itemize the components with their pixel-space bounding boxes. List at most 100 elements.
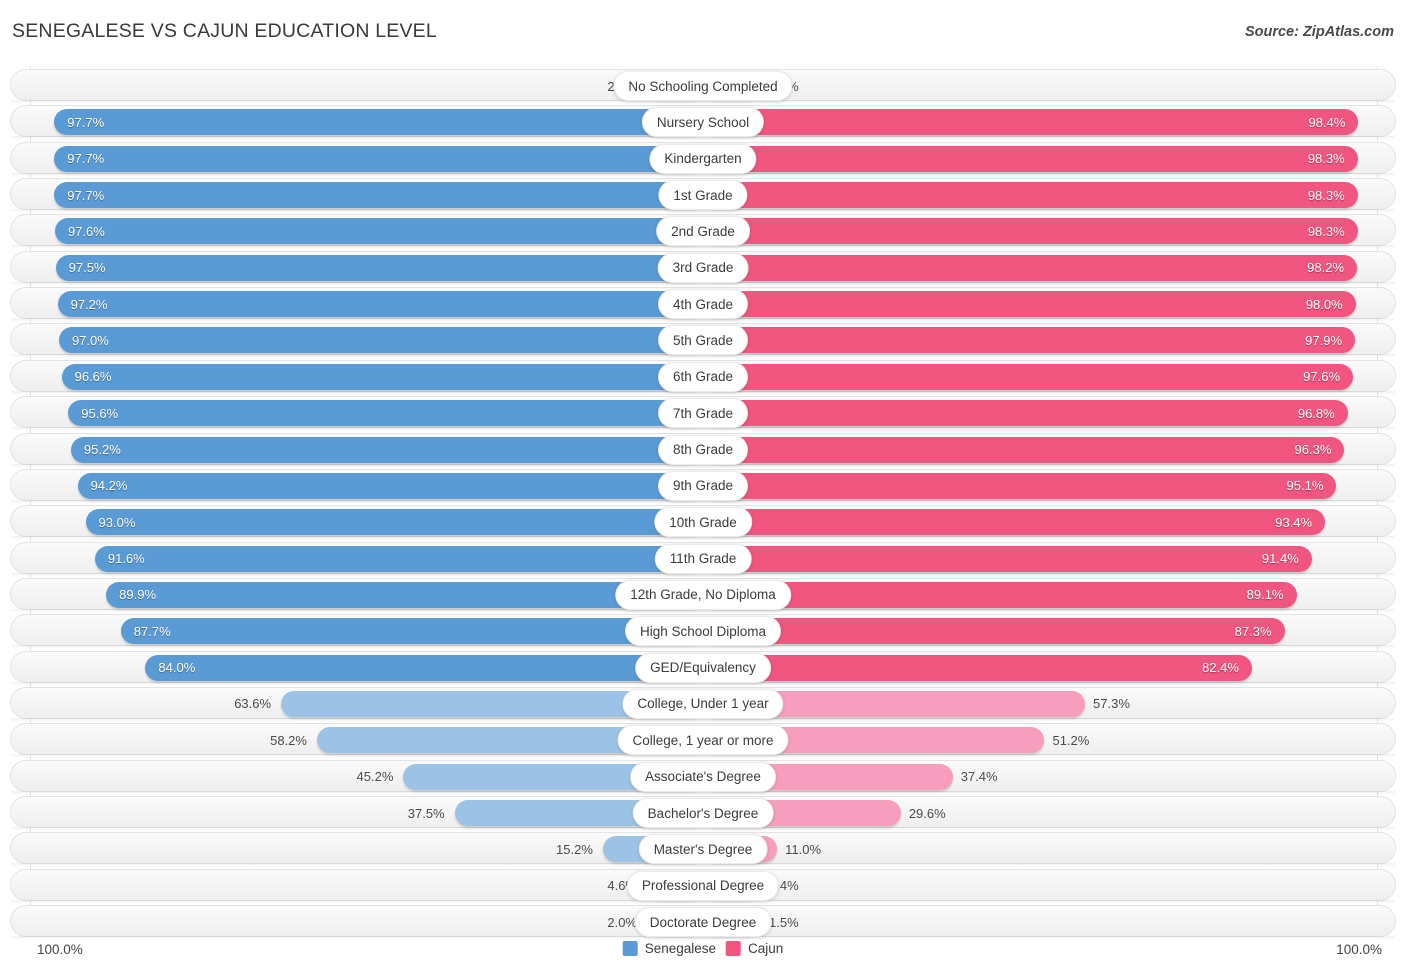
bar-value-senegalese: 84.0%: [158, 660, 196, 676]
category-label: 6th Grade: [657, 361, 749, 392]
bar-value-cajun: 87.3%: [1234, 623, 1272, 639]
bar-value-cajun: 98.3%: [1307, 187, 1345, 203]
bar-value-senegalese: 89.9%: [119, 587, 157, 603]
bar-value-senegalese: 58.2%: [270, 732, 307, 748]
category-label: 11th Grade: [654, 543, 752, 574]
category-label: Master's Degree: [638, 834, 768, 865]
bar-cajun: 89.1%: [704, 581, 1297, 608]
bar-value-cajun: 96.8%: [1297, 405, 1335, 421]
bar-cajun: 96.3%: [704, 436, 1345, 463]
bar-senegalese: 96.6%: [61, 363, 704, 390]
category-label: Doctorate Degree: [634, 907, 772, 938]
bar-senegalese: 97.7%: [54, 145, 704, 172]
bar-senegalese: 97.7%: [54, 109, 704, 136]
legend-swatch-icon: [622, 941, 638, 956]
bar-cajun: 98.3%: [704, 182, 1358, 209]
bar-value-senegalese: 97.5%: [68, 260, 106, 276]
legend-item: Cajun: [726, 941, 783, 956]
bar-value-cajun: 98.3%: [1307, 223, 1345, 239]
bar-value-senegalese: 37.5%: [407, 805, 445, 821]
chart-row: 97.0% 97.9% 5th Grade: [10, 323, 1396, 359]
chart-row: 91.6% 91.4% 11th Grade: [10, 541, 1396, 577]
source-attribution: Source: ZipAtlas.com: [1244, 24, 1394, 40]
chart-row: 97.7% 98.4% Nursery School: [10, 105, 1396, 141]
bar-value-cajun: 93.4%: [1275, 514, 1313, 530]
category-label: Nursery School: [641, 107, 765, 138]
category-label: Kindergarten: [649, 143, 757, 174]
bar-senegalese: 97.2%: [57, 291, 704, 318]
chart-row: 97.7% 98.3% 1st Grade: [10, 178, 1396, 214]
bar-value-cajun: 98.2%: [1307, 260, 1345, 276]
bar-value-senegalese: 91.6%: [107, 551, 145, 567]
chart-row: 87.7% 87.3% High School Diploma: [10, 614, 1396, 650]
bar-value-cajun: 82.4%: [1202, 660, 1239, 676]
category-label: College, 1 year or more: [617, 725, 789, 756]
bar-value-cajun: 95.1%: [1286, 478, 1324, 494]
bar-value-senegalese: 45.2%: [356, 769, 394, 785]
bar-senegalese: 94.2%: [77, 472, 704, 499]
chart-row: 95.6% 96.8% 7th Grade: [10, 396, 1396, 432]
bar-cajun: 93.4%: [704, 509, 1326, 536]
bar-cajun: 96.8%: [704, 400, 1348, 427]
category-label: High School Diploma: [624, 616, 782, 647]
bar-value-senegalese: 87.7%: [133, 623, 171, 639]
bar-value-cajun: 98.3%: [1307, 151, 1345, 167]
bar-value-senegalese: 97.0%: [71, 332, 109, 348]
chart-row: 2.0% 1.5% Doctorate Degree: [10, 905, 1396, 941]
bar-senegalese: 97.0%: [58, 327, 704, 354]
bar-cajun: 91.4%: [704, 545, 1312, 572]
chart-row: 15.2% 11.0% Master's Degree: [10, 832, 1396, 868]
category-label: 1st Grade: [658, 180, 748, 211]
bar-senegalese: 84.0%: [145, 654, 704, 681]
bar-cajun: 98.3%: [704, 145, 1358, 172]
bar-value-cajun: 11.0%: [785, 841, 822, 857]
chart-row: 97.6% 98.3% 2nd Grade: [10, 214, 1396, 250]
bar-value-senegalese: 63.6%: [234, 696, 272, 712]
chart-plot-area: 2.3%1.7%No Schooling Completed 97.7% 98.4%…: [0, 66, 1406, 941]
category-label: College, Under 1 year: [622, 688, 784, 719]
bar-value-cajun: 96.3%: [1294, 442, 1332, 457]
category-label: 5th Grade: [657, 325, 749, 356]
chart-row: 58.2% 51.2% College, 1 year or more: [10, 723, 1396, 759]
bar-value-cajun: 89.1%: [1246, 587, 1284, 603]
bar-cajun: 97.9%: [704, 327, 1356, 354]
bar-value-senegalese: 97.7%: [67, 114, 105, 130]
chart-row: 4.6% 3.4% Professional Degree: [10, 868, 1396, 904]
bar-value-senegalese: 93.0%: [98, 514, 136, 530]
category-label: No Schooling Completed: [613, 71, 793, 101]
legend-item: Senegalese: [622, 941, 716, 956]
bar-senegalese: 97.6%: [54, 218, 704, 245]
category-label: 2nd Grade: [656, 216, 750, 247]
bar-value-senegalese: 94.2%: [90, 478, 128, 494]
bar-value-cajun: 98.4%: [1308, 114, 1346, 130]
bar-value-senegalese: 97.2%: [70, 296, 108, 312]
bar-value-cajun: 37.4%: [960, 769, 998, 785]
bar-value-cajun: 97.6%: [1303, 369, 1341, 385]
bar-senegalese: 95.2%: [70, 436, 704, 463]
category-label: Professional Degree: [626, 870, 780, 901]
bar-cajun: 98.4%: [704, 109, 1359, 136]
bar-senegalese: 97.5%: [55, 254, 704, 281]
bar-cajun: 87.3%: [704, 618, 1285, 645]
bar-value-cajun: 29.6%: [908, 805, 946, 821]
chart-row: 96.6% 97.6% 6th Grade: [10, 359, 1396, 395]
bar-value-cajun: 57.3%: [1093, 696, 1130, 712]
bar-senegalese: 95.6%: [68, 400, 704, 427]
category-label: 9th Grade: [657, 470, 749, 501]
bar-value-cajun: 91.4%: [1261, 551, 1299, 567]
category-label: Bachelor's Degree: [632, 798, 774, 828]
axis-label-left: 100.0%: [37, 942, 83, 957]
bar-value-cajun: 1.5%: [769, 914, 799, 930]
axis-label-right: 100.0%: [1336, 942, 1382, 957]
legend-swatch-icon: [726, 941, 742, 956]
bar-senegalese: 93.0%: [85, 509, 704, 536]
category-label: 10th Grade: [654, 507, 752, 538]
bar-value-senegalese: 95.2%: [83, 442, 121, 457]
bar-cajun: 98.3%: [704, 218, 1358, 245]
chart-page: SENEGALESE VS CAJUN EDUCATION LEVEL Sour…: [0, 0, 1406, 975]
bar-cajun: 97.6%: [704, 363, 1354, 390]
chart-row: 37.5% 29.6% Bachelor's Degree: [10, 796, 1396, 831]
chart-row: 97.2% 98.0% 4th Grade: [10, 287, 1396, 323]
category-label: GED/Equivalency: [635, 652, 771, 683]
category-label: 4th Grade: [657, 289, 749, 320]
